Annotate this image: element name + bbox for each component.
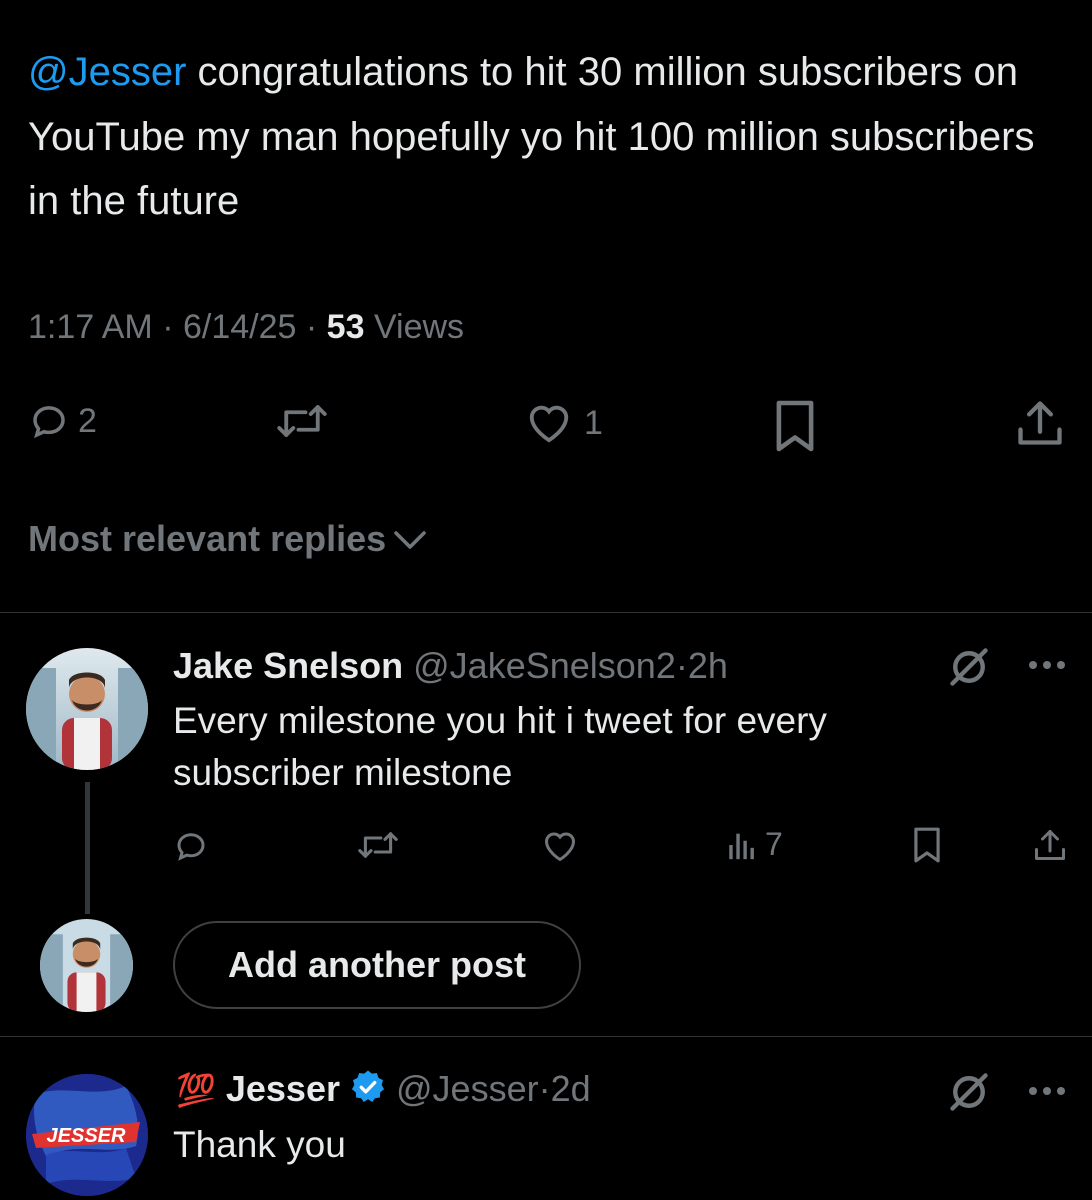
sort-label: Most relevant replies bbox=[28, 518, 387, 559]
reply-count: 2 bbox=[78, 401, 97, 440]
reply-icon[interactable] bbox=[173, 828, 209, 869]
like-count: 1 bbox=[584, 403, 603, 442]
post-time: 1:17 AM bbox=[28, 308, 153, 346]
views-count: 53 bbox=[326, 308, 365, 346]
analytics-icon bbox=[727, 828, 757, 862]
views-count: 7 bbox=[765, 826, 783, 862]
views-label: Views bbox=[373, 308, 465, 346]
avatar[interactable]: JESSER bbox=[26, 1074, 148, 1196]
bookmark-icon bbox=[772, 398, 818, 454]
like-icon[interactable] bbox=[540, 828, 580, 869]
more-icon[interactable] bbox=[1025, 658, 1069, 677]
verified-badge-icon bbox=[350, 1069, 386, 1116]
reply-text: Thank you bbox=[173, 1124, 346, 1165]
author-handle[interactable]: @JakeSnelson2 bbox=[413, 645, 676, 686]
grok-icon[interactable] bbox=[947, 1070, 991, 1119]
share-icon bbox=[1014, 396, 1066, 450]
post-date: 6/14/25 bbox=[182, 308, 297, 346]
bookmark-button[interactable] bbox=[772, 398, 818, 454]
analytics-button[interactable]: 7 bbox=[727, 826, 783, 863]
post-meta: 1:17 AM · 6/14/25 · 53 Views bbox=[28, 308, 465, 346]
chevron-down-icon bbox=[394, 518, 426, 560]
retweet-icon bbox=[272, 400, 332, 442]
hundred-emoji: 💯 bbox=[176, 1072, 216, 1108]
author-name[interactable]: Jake Snelson bbox=[173, 645, 403, 686]
author-handle[interactable]: @Jesser bbox=[396, 1068, 539, 1109]
avatar bbox=[40, 919, 133, 1012]
author-name[interactable]: Jesser bbox=[226, 1068, 340, 1109]
reply-header: 💯 Jesser @Jesser·2d bbox=[176, 1066, 591, 1116]
svg-text:JESSER: JESSER bbox=[47, 1125, 126, 1147]
reply-button[interactable]: 2 bbox=[28, 400, 97, 442]
reply-icon bbox=[28, 400, 70, 442]
add-another-post-button[interactable]: Add another post bbox=[173, 921, 581, 1009]
thread-line bbox=[85, 782, 90, 914]
bookmark-icon[interactable] bbox=[911, 826, 943, 869]
retweet-icon[interactable] bbox=[357, 828, 399, 867]
like-icon bbox=[522, 400, 576, 446]
reply-text: Every milestone you hit i tweet for ever… bbox=[173, 700, 827, 793]
grok-icon[interactable] bbox=[947, 645, 991, 694]
mention-link[interactable]: @Jesser bbox=[28, 50, 186, 94]
divider bbox=[0, 1036, 1092, 1037]
replies-sort-dropdown[interactable]: Most relevant replies bbox=[28, 518, 426, 560]
like-button[interactable]: 1 bbox=[522, 400, 603, 446]
reply-time: 2h bbox=[687, 645, 728, 686]
reply-header: Jake Snelson @JakeSnelson2·2h bbox=[173, 645, 728, 686]
reply-time: 2d bbox=[550, 1068, 591, 1109]
more-icon[interactable] bbox=[1025, 1084, 1069, 1103]
share-button[interactable] bbox=[1014, 396, 1066, 450]
share-icon[interactable] bbox=[1032, 826, 1068, 869]
retweet-button[interactable] bbox=[272, 400, 332, 442]
divider bbox=[0, 612, 1092, 613]
post-text: @Jesser congratulations to hit 30 millio… bbox=[28, 40, 1068, 234]
avatar[interactable] bbox=[26, 648, 148, 770]
